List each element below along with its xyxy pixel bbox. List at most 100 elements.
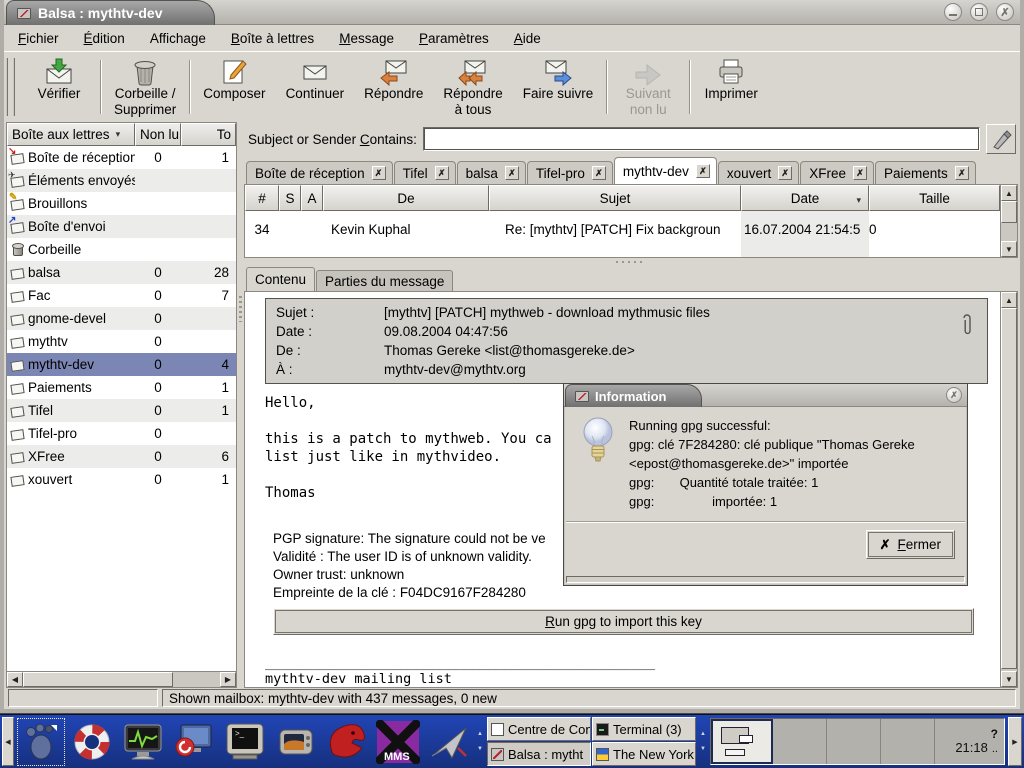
task-the-new-york[interactable]: The New York <box>592 742 696 766</box>
scroll-left-icon[interactable]: ◀ <box>7 672 23 687</box>
toolbar-trash-button[interactable]: Corbeille /Supprimer <box>104 55 186 118</box>
workspace-1[interactable] <box>711 719 773 764</box>
mailbox-row-trash[interactable]: Corbeille <box>7 238 236 261</box>
terminal-icon[interactable]: >_ <box>221 718 269 766</box>
dialog-close-button[interactable] <box>946 387 962 403</box>
scroll-right-icon[interactable]: ▶ <box>220 672 236 687</box>
task-terminal[interactable]: Terminal (3) <box>592 717 696 741</box>
close-tab-icon[interactable] <box>955 166 969 180</box>
column-header-attachment[interactable]: A <box>301 185 323 211</box>
mailbox-row-drafts[interactable]: Brouillons <box>7 192 236 215</box>
title-tab[interactable]: Balsa : mythtv-dev <box>6 0 215 25</box>
scroll-down-icon[interactable]: ▼ <box>1001 241 1017 257</box>
mailbox-tab-tifel[interactable]: Tifel <box>394 161 456 184</box>
toolbar-next-unread-button[interactable]: Suivantnon lu <box>610 55 686 118</box>
tv-icon[interactable] <box>272 718 320 766</box>
toolbar-print-button[interactable]: Imprimer <box>693 55 769 102</box>
menu-boite-a-lettres[interactable]: Boîte à lettres <box>231 31 314 46</box>
mailbox-row-tifel[interactable]: Tifel01 <box>7 399 236 422</box>
close-tab-icon[interactable] <box>696 164 710 178</box>
mailbox-row-mythtv[interactable]: mythtv0 <box>7 330 236 353</box>
mailbox-tab-inbox[interactable]: Boîte de réception <box>246 161 393 184</box>
task-balsa[interactable]: Balsa : mytht <box>487 742 591 766</box>
toolbar-check-mail-button[interactable]: Vérifier <box>21 55 97 102</box>
scroll-up-icon[interactable]: ▲ <box>1001 185 1017 201</box>
apply-filter-button[interactable] <box>986 124 1016 154</box>
mailbox-row-mythtv-dev[interactable]: mythtv-dev04 <box>7 353 236 376</box>
message-row-34[interactable]: 34 Kevin Kuphal Re: [mythtv] [PATCH] Fix… <box>245 217 1000 241</box>
titlebar[interactable]: Balsa : mythtv-dev <box>4 0 1020 25</box>
menu-edition[interactable]: Édition <box>84 31 125 46</box>
run-gpg-import-button[interactable]: Run gpg to import this key <box>273 608 974 635</box>
mailbox-row-paiements[interactable]: Paiements01 <box>7 376 236 399</box>
message-list-scrollbar[interactable]: ▲ ▼ <box>1000 185 1017 257</box>
close-tab-icon[interactable] <box>372 166 386 180</box>
minimize-button[interactable] <box>944 3 962 21</box>
task-centre-de-controle[interactable]: Centre de Con <box>487 717 591 741</box>
mailbox-row-gnome-devel[interactable]: gnome-devel0 <box>7 307 236 330</box>
column-header-subject[interactable]: Sujet <box>489 185 741 211</box>
dialog-resize-grip[interactable] <box>566 576 965 583</box>
mailbox-row-xouvert[interactable]: xouvert01 <box>7 468 236 491</box>
toolbar-handle[interactable] <box>6 58 15 116</box>
scrollbar-thumb[interactable] <box>23 672 173 687</box>
xmms-icon[interactable]: MMS <box>374 718 422 766</box>
column-header-mailboxes[interactable]: Boîte aux lettres▾ <box>7 123 135 146</box>
toolbar-reply-button[interactable]: Répondre <box>354 55 433 102</box>
panel-hide-right-button[interactable]: ▶ <box>1008 717 1022 766</box>
mailbox-row-xfree[interactable]: XFree06 <box>7 445 236 468</box>
mailbox-row-tifel-pro[interactable]: Tifel-pro0 <box>7 422 236 445</box>
mailbox-tab-tifel-pro[interactable]: Tifel-pro <box>527 161 613 184</box>
mailbox-tab-paiements[interactable]: Paiements <box>875 161 976 184</box>
clock-applet[interactable]: ? 21:18.. <box>935 719 1004 764</box>
close-tab-icon[interactable] <box>435 166 449 180</box>
menu-aide[interactable]: Aide <box>514 31 541 46</box>
column-header-number[interactable]: # <box>245 185 279 211</box>
mailbox-tab-balsa[interactable]: balsa <box>457 161 526 184</box>
workspace-3[interactable] <box>827 719 881 764</box>
system-monitor-icon[interactable] <box>119 718 167 766</box>
mailbox-row-outbox[interactable]: Boîte d'envoi <box>7 215 236 238</box>
column-header-unread[interactable]: Non lu <box>135 123 181 146</box>
toolbar-forward-button[interactable]: Faire suivre <box>513 55 604 102</box>
sidebar-horizontal-scrollbar[interactable]: ◀ ▶ <box>7 671 236 687</box>
applet-handle[interactable]: ▲▼ <box>699 718 707 765</box>
dialog-titlebar[interactable]: Information <box>564 384 967 407</box>
mailbox-row-balsa[interactable]: balsa028 <box>7 261 236 284</box>
menu-fichier[interactable]: Fichier <box>18 31 59 46</box>
column-header-from[interactable]: De <box>323 185 489 211</box>
scrollbar-thumb[interactable] <box>1001 308 1017 669</box>
sidebar-splitter[interactable] <box>237 122 244 688</box>
tab-parties-du-message[interactable]: Parties du message <box>316 270 453 291</box>
tab-contenu[interactable]: Contenu <box>246 267 315 291</box>
gnome-menu-icon[interactable] <box>17 718 65 766</box>
mailbox-row-fac[interactable]: Fac07 <box>7 284 236 307</box>
mailbox-row-sent[interactable]: Éléments envoyés <box>7 169 236 192</box>
search-input[interactable] <box>423 127 980 151</box>
close-tab-icon[interactable] <box>853 166 867 180</box>
mailbox-tab-mythtv-dev[interactable]: mythtv-dev <box>614 157 717 184</box>
scrollbar-thumb[interactable] <box>1001 201 1017 223</box>
toolbar-reply-all-button[interactable]: Répondreà tous <box>433 55 512 118</box>
scroll-down-icon[interactable]: ▼ <box>1001 671 1017 687</box>
toolbar-continue-button[interactable]: Continuer <box>276 55 355 102</box>
attachment-paperclip-icon[interactable] <box>960 313 973 344</box>
screenshot-tool-icon[interactable] <box>170 718 218 766</box>
close-tab-icon[interactable] <box>505 166 519 180</box>
column-header-total[interactable]: To <box>181 123 236 146</box>
column-header-status[interactable]: S <box>279 185 301 211</box>
mail-send-icon[interactable] <box>425 718 473 766</box>
close-tab-icon[interactable] <box>778 166 792 180</box>
mozilla-icon[interactable] <box>323 718 371 766</box>
scroll-up-icon[interactable]: ▲ <box>1001 292 1017 308</box>
column-header-size[interactable]: Taille <box>869 185 1000 211</box>
close-tab-icon[interactable] <box>592 166 606 180</box>
menu-message[interactable]: Message <box>339 31 394 46</box>
message-view-scrollbar[interactable]: ▲ ▼ <box>1000 292 1017 687</box>
column-header-date[interactable]: Date▾ <box>741 185 869 211</box>
help-lifesaver-icon[interactable] <box>68 718 116 766</box>
workspace-4[interactable] <box>881 719 935 764</box>
fermer-button[interactable]: ✗ Fermer <box>866 530 955 559</box>
mailbox-row-inbox[interactable]: Boîte de réception01 <box>7 146 236 169</box>
toolbar-compose-button[interactable]: Composer <box>193 55 275 102</box>
